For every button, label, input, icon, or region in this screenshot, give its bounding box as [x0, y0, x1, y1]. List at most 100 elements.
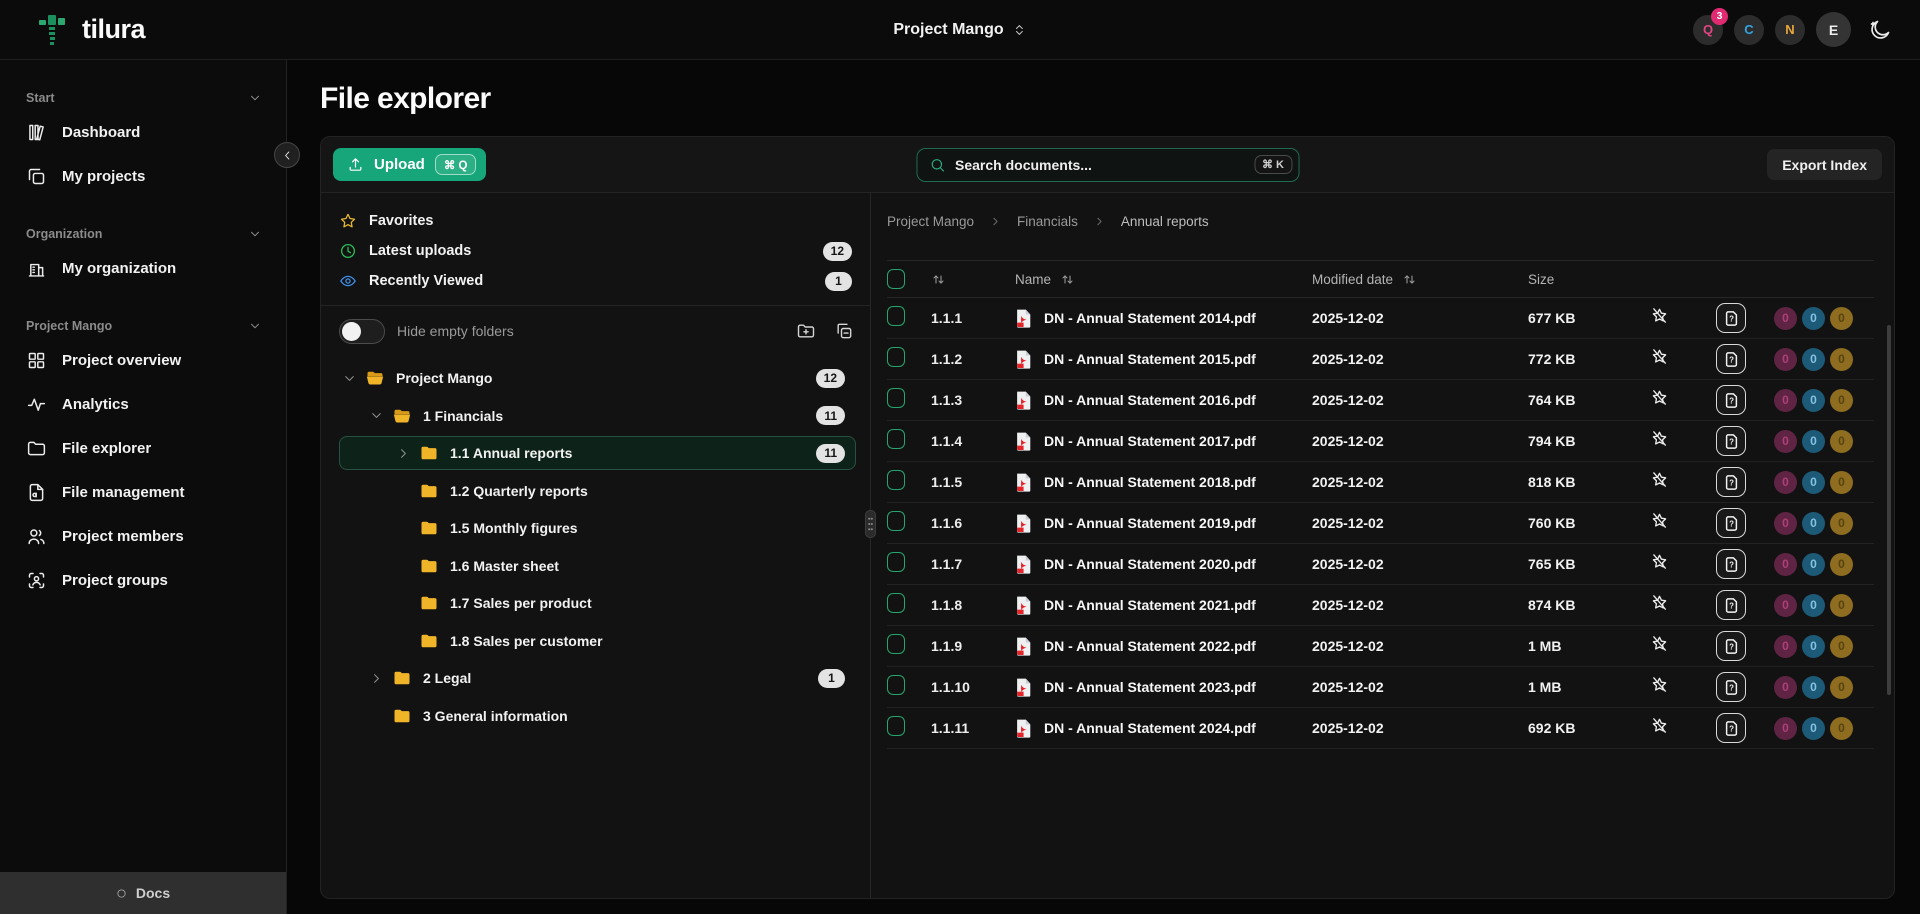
sidebar-item-my-organization[interactable]: My organization	[0, 246, 286, 290]
search-box[interactable]: ⌘ K	[916, 148, 1299, 182]
star-off-icon[interactable]	[1650, 552, 1669, 571]
chevron-down-icon[interactable]	[369, 408, 384, 423]
doc-status-button[interactable]: ?	[1716, 713, 1746, 743]
row-checkbox[interactable]	[887, 347, 905, 367]
doc-status-button[interactable]: ?	[1716, 549, 1746, 579]
row-checkbox[interactable]	[887, 429, 905, 449]
tree-node-1-financials[interactable]: 1 Financials 11	[339, 399, 856, 433]
tree-node-1-1-annual-reports[interactable]: 1.1 Annual reports 11	[339, 436, 856, 470]
hide-empty-folders-toggle[interactable]	[339, 319, 385, 344]
tree-node-3-general-information[interactable]: 3 General information	[339, 699, 856, 733]
row-checkbox[interactable]	[887, 388, 905, 408]
count-badge-2: 0	[1830, 717, 1853, 740]
doc-status-button[interactable]: ?	[1716, 303, 1746, 333]
star-off-icon[interactable]	[1650, 347, 1669, 366]
sort-modified-icon[interactable]	[1402, 272, 1417, 287]
sidebar-section-header[interactable]: Organization	[0, 222, 286, 246]
table-row[interactable]: 1.1.4 DN - Annual Statement 2017.pdf 202…	[887, 421, 1874, 462]
new-folder-icon[interactable]	[796, 321, 816, 341]
column-name: Name	[1015, 272, 1051, 287]
sidebar-item-my-projects[interactable]: My projects	[0, 154, 286, 198]
chevron-right-icon[interactable]	[369, 671, 384, 686]
row-checkbox[interactable]	[887, 716, 905, 736]
quick-access-latest-uploads[interactable]: Latest uploads 12	[339, 236, 856, 266]
breadcrumb-item-financials[interactable]: Financials	[1017, 214, 1078, 229]
row-checkbox[interactable]	[887, 306, 905, 326]
sidebar-item-project-overview[interactable]: Project overview	[0, 338, 286, 382]
project-selector[interactable]: Project Mango	[893, 0, 1026, 60]
sidebar-item-project-members[interactable]: Project members	[0, 514, 286, 558]
select-all-checkbox[interactable]	[887, 269, 905, 289]
breadcrumb-item-annual-reports[interactable]: Annual reports	[1121, 214, 1209, 229]
avatar-c[interactable]: C	[1734, 15, 1764, 45]
tree-node-1-6-master-sheet[interactable]: 1.6 Master sheet	[339, 549, 856, 583]
export-index-button[interactable]: Export Index	[1767, 149, 1882, 180]
sidebar-item-file-explorer[interactable]: File explorer	[0, 426, 286, 470]
docs-button[interactable]: Docs	[0, 872, 286, 914]
doc-status-button[interactable]: ?	[1716, 508, 1746, 538]
table-row[interactable]: 1.1.2 DN - Annual Statement 2015.pdf 202…	[887, 339, 1874, 380]
sidebar-item-file-management[interactable]: File management	[0, 470, 286, 514]
table-scrollbar[interactable]	[1887, 325, 1891, 695]
quick-access-favorites[interactable]: Favorites	[339, 206, 856, 236]
tree-node-2-legal[interactable]: 2 Legal 1	[339, 661, 856, 695]
star-off-icon[interactable]	[1650, 388, 1669, 407]
star-off-icon[interactable]	[1650, 429, 1669, 448]
doc-status-button[interactable]: ?	[1716, 631, 1746, 661]
upload-button[interactable]: Upload ⌘ Q	[333, 148, 486, 181]
doc-status-button[interactable]: ?	[1716, 590, 1746, 620]
sidebar-section-header[interactable]: Start	[0, 86, 286, 110]
sidebar: Start Dashboard My projects Organization…	[0, 60, 287, 914]
table-row[interactable]: 1.1.3 DN - Annual Statement 2016.pdf 202…	[887, 380, 1874, 421]
table-row[interactable]: 1.1.8 DN - Annual Statement 2021.pdf 202…	[887, 585, 1874, 626]
sidebar-section-header[interactable]: Project Mango	[0, 314, 286, 338]
collapse-all-icon[interactable]	[834, 321, 854, 341]
row-checkbox[interactable]	[887, 634, 905, 654]
sidebar-collapse-button[interactable]	[274, 142, 300, 168]
row-checkbox[interactable]	[887, 470, 905, 490]
sidebar-item-analytics[interactable]: Analytics	[0, 382, 286, 426]
doc-status-button[interactable]: ?	[1716, 344, 1746, 374]
breadcrumb-item-project-mango[interactable]: Project Mango	[887, 214, 974, 229]
search-input[interactable]	[955, 157, 1244, 173]
sort-index-icon[interactable]	[931, 272, 946, 287]
star-off-icon[interactable]	[1650, 511, 1669, 530]
sidebar-item-project-groups[interactable]: Project groups	[0, 558, 286, 602]
doc-status-button[interactable]: ?	[1716, 467, 1746, 497]
avatar-e[interactable]: E	[1816, 12, 1851, 47]
star-off-icon[interactable]	[1650, 306, 1669, 325]
tree-node-1-7-sales-per-product[interactable]: 1.7 Sales per product	[339, 586, 856, 620]
star-off-icon[interactable]	[1650, 470, 1669, 489]
row-checkbox[interactable]	[887, 593, 905, 613]
star-off-icon[interactable]	[1650, 634, 1669, 653]
tree-node-1-5-monthly-figures[interactable]: 1.5 Monthly figures	[339, 511, 856, 545]
chevron-down-icon[interactable]	[342, 371, 357, 386]
theme-toggle-button[interactable]	[1868, 18, 1892, 42]
doc-status-button[interactable]: ?	[1716, 672, 1746, 702]
row-checkbox[interactable]	[887, 552, 905, 572]
table-row[interactable]: 1.1.5 DN - Annual Statement 2018.pdf 202…	[887, 462, 1874, 503]
tree-node-1-8-sales-per-customer[interactable]: 1.8 Sales per customer	[339, 624, 856, 658]
doc-status-button[interactable]: ?	[1716, 426, 1746, 456]
star-off-icon[interactable]	[1650, 593, 1669, 612]
avatar-q[interactable]: Q3	[1693, 15, 1723, 45]
app-logo[interactable]: tilura	[38, 11, 145, 49]
table-row[interactable]: 1.1.7 DN - Annual Statement 2020.pdf 202…	[887, 544, 1874, 585]
table-row[interactable]: 1.1.10 DN - Annual Statement 2023.pdf 20…	[887, 667, 1874, 708]
table-row[interactable]: 1.1.9 DN - Annual Statement 2022.pdf 202…	[887, 626, 1874, 667]
tree-node-project-mango[interactable]: Project Mango 12	[339, 361, 856, 395]
star-off-icon[interactable]	[1650, 675, 1669, 694]
table-row[interactable]: 1.1.1 DN - Annual Statement 2014.pdf 202…	[887, 298, 1874, 339]
doc-status-button[interactable]: ?	[1716, 385, 1746, 415]
row-checkbox[interactable]	[887, 511, 905, 531]
tree-node-1-2-quarterly-reports[interactable]: 1.2 Quarterly reports	[339, 474, 856, 508]
chevron-right-icon[interactable]	[396, 446, 411, 461]
star-off-icon[interactable]	[1650, 716, 1669, 735]
avatar-n[interactable]: N	[1775, 15, 1805, 45]
sort-name-icon[interactable]	[1060, 272, 1075, 287]
table-row[interactable]: 1.1.11 DN - Annual Statement 2024.pdf 20…	[887, 708, 1874, 749]
table-row[interactable]: 1.1.6 DN - Annual Statement 2019.pdf 202…	[887, 503, 1874, 544]
row-checkbox[interactable]	[887, 675, 905, 695]
quick-access-recently-viewed[interactable]: Recently Viewed 1	[339, 266, 856, 296]
sidebar-item-dashboard[interactable]: Dashboard	[0, 110, 286, 154]
